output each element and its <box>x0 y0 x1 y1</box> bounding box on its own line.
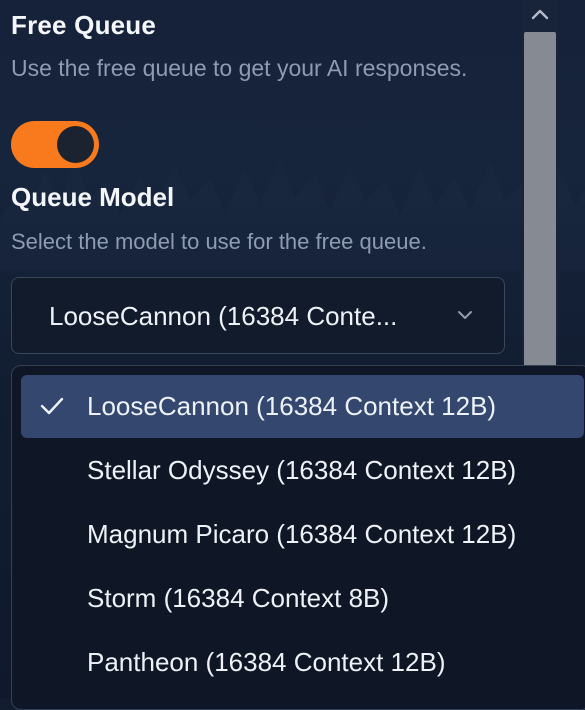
toggle-knob <box>57 126 94 163</box>
chevron-up-icon <box>531 9 549 20</box>
chevron-down-icon <box>458 311 472 319</box>
model-option[interactable]: LooseCannon (16384 Context 12B) <box>21 375 584 438</box>
queue-model-selected-value: LooseCannon (16384 Conte... <box>49 301 398 331</box>
model-option-label: Pantheon (16384 Context 12B) <box>87 647 446 677</box>
free-queue-description: Use the free queue to get your AI respon… <box>11 55 468 81</box>
model-option-label: Stellar Odyssey (16384 Context 12B) <box>87 455 517 485</box>
queue-model-select[interactable]: LooseCannon (16384 Conte... <box>11 277 505 354</box>
model-option-label: Magnum Picaro (16384 Context 12B) <box>87 519 517 549</box>
model-option[interactable]: Pantheon (16384 Context 12B) <box>21 631 584 694</box>
model-option-label: Storm (16384 Context 8B) <box>87 583 390 613</box>
check-icon <box>40 397 64 415</box>
model-option-label: LooseCannon (16384 Context 12B) <box>87 391 497 421</box>
scrollbar-thumb[interactable] <box>524 32 556 367</box>
model-option[interactable]: Storm (16384 Context 8B) <box>21 567 584 630</box>
free-queue-title: Free Queue <box>11 10 157 40</box>
model-option[interactable]: Stellar Odyssey (16384 Context 12B) <box>21 439 584 502</box>
queue-model-dropdown: LooseCannon (16384 Context 12B) Stellar … <box>11 365 585 710</box>
queue-model-description: Select the model to use for the free que… <box>11 229 427 254</box>
free-queue-toggle[interactable] <box>11 121 99 168</box>
scroll-up-button[interactable] <box>522 0 558 30</box>
model-option[interactable]: Magnum Picaro (16384 Context 12B) <box>21 503 584 566</box>
queue-model-title: Queue Model <box>11 182 175 212</box>
